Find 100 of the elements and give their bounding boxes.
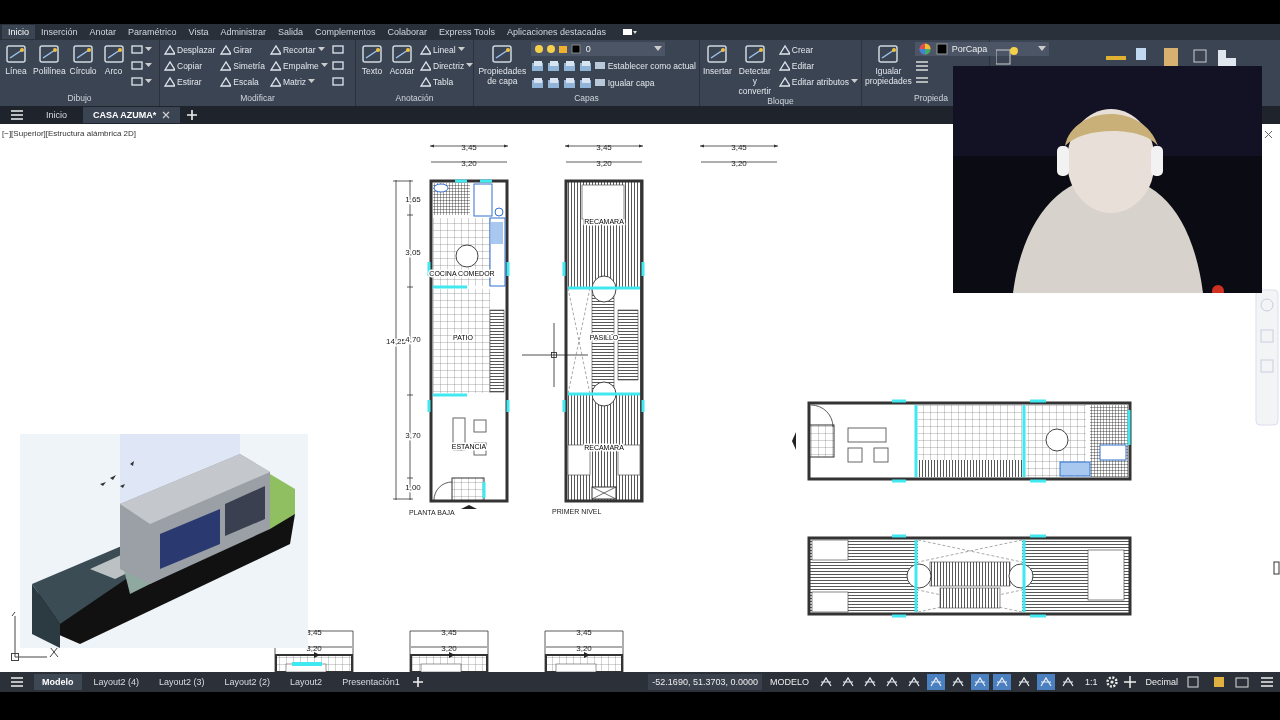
layout-tab[interactable]: Presentación1	[334, 674, 408, 690]
ribbon-tool-button[interactable]: Editar	[776, 58, 859, 73]
ribbon-tool-button[interactable]: Empalme	[267, 58, 329, 73]
tool-icon	[163, 60, 175, 71]
tool-icon	[331, 76, 344, 87]
close-icon[interactable]	[1264, 130, 1273, 139]
ribbon-tool-button[interactable]: Propiedades de capa	[476, 42, 529, 93]
layout-tab[interactable]: Layout2 (2)	[216, 674, 279, 690]
annotation-scale-button[interactable]: 1:1	[1080, 674, 1102, 690]
ribbon-icon-button[interactable]	[129, 58, 153, 73]
ribbon-tool-button[interactable]: Detectar y convertir	[734, 42, 775, 96]
layer-dropdown[interactable]: 0	[530, 42, 665, 56]
dimension-text: 3,45	[596, 142, 612, 152]
status-toggle-icon[interactable]	[992, 674, 1011, 690]
viewport-label[interactable]: [−][Superior][Estructura alámbrica 2D]	[2, 129, 137, 138]
status-toggle-icon[interactable]	[970, 674, 989, 690]
panel-title[interactable]: Anotación	[358, 93, 471, 106]
ribbon-tab[interactable]: Complementos	[309, 25, 382, 39]
menu-icon[interactable]	[10, 676, 24, 688]
ribbon-tab[interactable]: Express Tools	[433, 25, 501, 39]
caret-icon	[1037, 46, 1046, 52]
ribbon-tool-button[interactable]: Crear	[776, 42, 859, 57]
ribbon-tool-button[interactable]: Simetría	[218, 58, 266, 73]
display-toggle-icon[interactable]	[622, 27, 638, 37]
ribbon-tool-button[interactable]: Igualar propiedades	[864, 42, 913, 93]
ribbon-tab[interactable]: Administrar	[214, 25, 272, 39]
status-toggle-icon[interactable]	[926, 674, 945, 690]
ribbon-tool-button[interactable]: Línea	[2, 42, 30, 93]
panel-title[interactable]: Bloque	[702, 96, 859, 106]
dimension-text: 14,25	[386, 337, 406, 347]
settings-icon[interactable]	[1105, 675, 1120, 689]
tool-icon	[331, 60, 344, 71]
ribbon-tool-button[interactable]: Recortar	[267, 42, 329, 57]
dimension-text: 4,70	[405, 335, 421, 345]
tool-icon	[777, 44, 790, 55]
file-tab[interactable]: CASA AZUMA*	[83, 107, 181, 123]
tool-icon	[3, 42, 29, 66]
tool-icon	[163, 44, 175, 55]
ribbon-tool-button[interactable]: Lineal	[418, 42, 475, 57]
ribbon-tab[interactable]: Vista	[182, 25, 215, 39]
status-toggle-icon[interactable]	[1036, 674, 1055, 690]
menu-icon[interactable]	[1260, 676, 1274, 688]
ribbon-icon-button[interactable]	[330, 42, 345, 57]
layer-tools-icon[interactable]	[530, 76, 593, 89]
model-space-button[interactable]: MODELO	[765, 674, 813, 690]
dimension-text: 3,45	[441, 627, 457, 637]
ribbon-tool-button[interactable]: Directriz	[418, 58, 475, 73]
ribbon-icon-button[interactable]	[330, 74, 345, 89]
new-layout-icon[interactable]	[411, 676, 424, 688]
layout-tab[interactable]: Layout2 (3)	[151, 674, 213, 690]
ribbon-tool-button[interactable]: Desplazar	[162, 42, 217, 57]
ribbon-tab[interactable]: Colaborar	[381, 25, 434, 39]
color-wheel-icon	[917, 43, 932, 55]
tool-icon	[268, 44, 281, 55]
units-dropdown[interactable]: Decimal	[1141, 674, 1182, 690]
dimension-text: 3,20	[576, 643, 592, 653]
caret-icon	[317, 47, 325, 52]
ribbon-tool-button[interactable]: Estirar	[162, 74, 217, 89]
panel-title[interactable]: Propieda	[914, 93, 949, 106]
ribbon-tool-button[interactable]: Texto	[358, 42, 386, 93]
menu-icon[interactable]	[10, 109, 24, 121]
ribbon-tool-button[interactable]: Girar	[218, 42, 266, 57]
ribbon-tab[interactable]: Paramétrico	[122, 25, 183, 39]
ribbon-tool-button[interactable]: Matriz	[267, 74, 329, 89]
dimension-text: 3,05	[405, 248, 421, 258]
ribbon-tool-button[interactable]: Arco	[99, 42, 128, 93]
ribbon-tool-button[interactable]: Igualar capa	[592, 75, 656, 90]
layout-tab[interactable]: Layout2	[282, 674, 331, 690]
coordinate-readout[interactable]: -52.1690, 51.3703, 0.0000	[648, 674, 762, 690]
dimension-text: 3,45	[731, 142, 747, 152]
layout-tab[interactable]: Layout2 (4)	[85, 674, 148, 690]
ribbon-tab[interactable]: Inserción	[35, 25, 84, 39]
tool-icon	[268, 60, 281, 71]
ribbon-tool-button[interactable]: Editar atributos	[776, 74, 859, 89]
layer-state-icon	[533, 43, 582, 55]
color-dropdown[interactable]: PorCapa	[914, 42, 1049, 56]
plus-icon[interactable]	[1123, 675, 1138, 689]
ribbon-tool-button[interactable]: Círculo	[68, 42, 98, 93]
ribbon-tab[interactable]: Salida	[271, 25, 309, 39]
ribbon-tab[interactable]: Inicio	[2, 25, 35, 39]
ribbon-icon-button[interactable]	[129, 74, 153, 89]
ribbon-tool-button[interactable]: Polilínea	[32, 42, 67, 93]
ribbon-icon-button[interactable]	[330, 58, 345, 73]
new-tab-icon[interactable]	[186, 109, 199, 121]
ribbon-tab[interactable]: Aplicaciones destacadas	[500, 25, 612, 39]
panel-title[interactable]: Dibujo	[2, 93, 157, 106]
tool-icon	[593, 60, 606, 71]
file-tab[interactable]: Inicio	[36, 107, 77, 123]
layout-tab[interactable]: Modelo	[34, 674, 82, 690]
ribbon-tool-button[interactable]: Copiar	[162, 58, 217, 73]
panel-title[interactable]: Capas	[476, 93, 697, 106]
ribbon-icon-button[interactable]	[129, 42, 153, 57]
ribbon-tool-button[interactable]: Acotar	[388, 42, 416, 93]
ribbon-tool-button[interactable]: Tabla	[418, 74, 475, 89]
ribbon-tool-button[interactable]: Escala	[218, 74, 266, 89]
ribbon-tool-button[interactable]: Insertar	[702, 42, 733, 96]
ribbon-tool-button[interactable]: Establecer como actual	[592, 58, 697, 73]
panel-title[interactable]: Modificar	[162, 93, 353, 106]
ribbon-tab[interactable]: Anotar	[83, 25, 123, 39]
layer-tools-icon[interactable]	[530, 59, 593, 72]
